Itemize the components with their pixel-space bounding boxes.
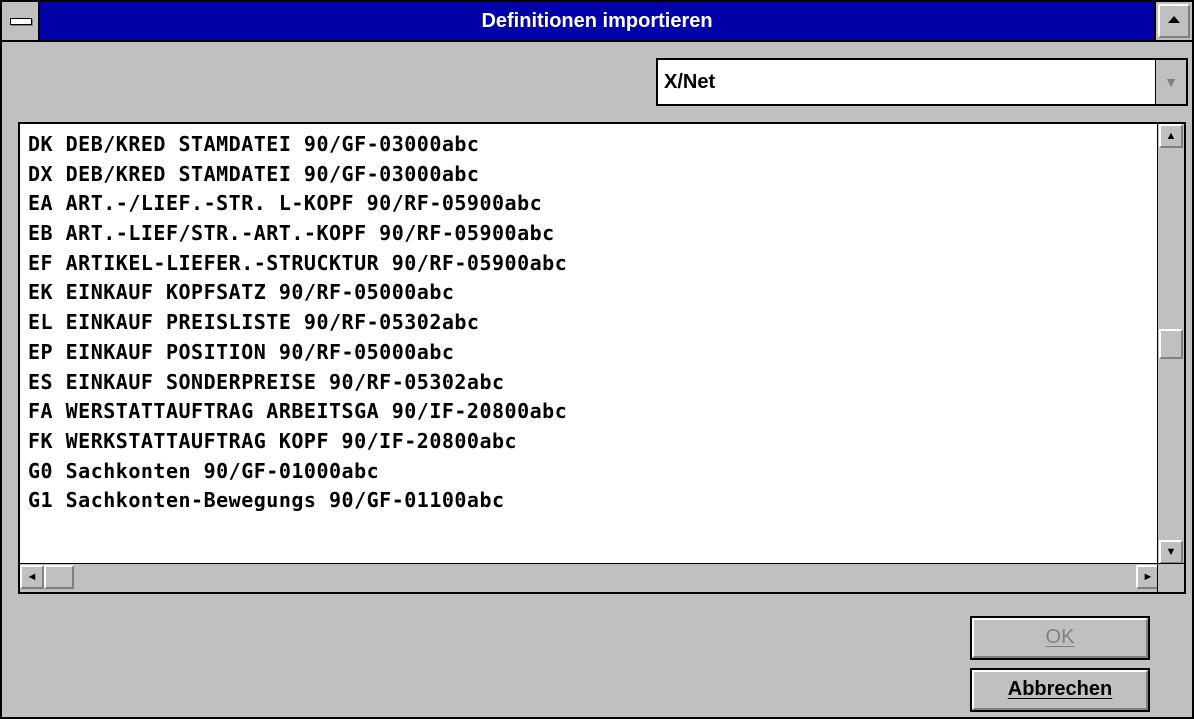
list-item[interactable]: EA ART.-/LIEF.-STR. L-KOPF 90/RF-05900ab… <box>20 189 1160 219</box>
list-item[interactable]: EL EINKAUF PREISLISTE 90/RF-05302abc <box>20 308 1160 338</box>
list-item[interactable]: EF ARTIKEL-LIEFER.-STRUCKTUR 90/RF-05900… <box>20 249 1160 279</box>
list-item[interactable]: ES EINKAUF SONDERPREISE 90/RF-05302abc <box>20 368 1160 398</box>
list-item[interactable]: DK DEB/KRED STAMDATEI 90/GF-03000abc <box>20 130 1160 160</box>
scroll-up-button[interactable]: ▲ <box>1159 124 1183 148</box>
ok-button-label: OK <box>1045 626 1075 648</box>
source-dropdown-value: X/Net <box>664 71 716 93</box>
arrow-down-icon: ▼ <box>1165 546 1177 558</box>
scroll-down-button[interactable]: ▼ <box>1159 540 1183 564</box>
ok-button[interactable]: OK <box>970 616 1150 660</box>
import-definitions-dialog: Definitionen importieren X/Net ▼ DK DEB/… <box>0 0 1194 719</box>
list-item[interactable]: G1 Sachkonten-Bewegungs 90/GF-01100abc <box>20 486 1160 516</box>
system-menu-button[interactable] <box>2 2 40 40</box>
horizontal-scroll-thumb[interactable] <box>44 565 74 589</box>
list-item[interactable]: EP EINKAUF POSITION 90/RF-05000abc <box>20 338 1160 368</box>
horizontal-scrollbar[interactable]: ◄ ► <box>20 563 1160 592</box>
source-dropdown[interactable]: X/Net ▼ <box>656 58 1188 106</box>
window-title: Definitionen importieren <box>481 10 713 32</box>
scroll-left-button[interactable]: ◄ <box>20 565 44 589</box>
cancel-button-label: Abbrechen <box>1007 678 1113 700</box>
definitions-listbox[interactable]: DK DEB/KRED STAMDATEI 90/GF-03000abc DX D… <box>18 122 1186 594</box>
dropdown-arrow-icon: ▼ <box>1164 74 1178 90</box>
arrow-left-icon: ◄ <box>26 571 38 583</box>
list-item[interactable]: EK EINKAUF KOPFSATZ 90/RF-05000abc <box>20 278 1160 308</box>
system-menu-icon <box>10 18 32 25</box>
maximize-button[interactable] <box>1154 2 1192 40</box>
arrow-up-icon: ▲ <box>1165 130 1177 142</box>
arrow-right-icon: ► <box>1142 571 1154 583</box>
list-item[interactable]: G0 Sachkonten 90/GF-01000abc <box>20 457 1160 487</box>
maximize-icon <box>1168 16 1180 23</box>
title-bar[interactable]: Definitionen importieren <box>2 2 1192 42</box>
vertical-scroll-thumb[interactable] <box>1159 329 1183 359</box>
list-item[interactable]: FA WERSTATTAUFTRAG ARBEITSGA 90/IF-20800… <box>20 397 1160 427</box>
list-item[interactable]: EB ART.-LIEF/STR.-ART.-KOPF 90/RF-05900a… <box>20 219 1160 249</box>
vertical-scrollbar[interactable]: ▲ ▼ <box>1157 124 1184 564</box>
cancel-button[interactable]: Abbrechen <box>970 668 1150 712</box>
list-item[interactable]: DX DEB/KRED STAMDATEI 90/GF-03000abc <box>20 160 1160 190</box>
list-item[interactable]: FK WERKSTATTAUFTRAG KOPF 90/IF-20800abc <box>20 427 1160 457</box>
scrollbar-corner <box>1157 563 1184 592</box>
dropdown-button[interactable]: ▼ <box>1155 60 1186 104</box>
definitions-list[interactable]: DK DEB/KRED STAMDATEI 90/GF-03000abc DX D… <box>20 130 1160 560</box>
